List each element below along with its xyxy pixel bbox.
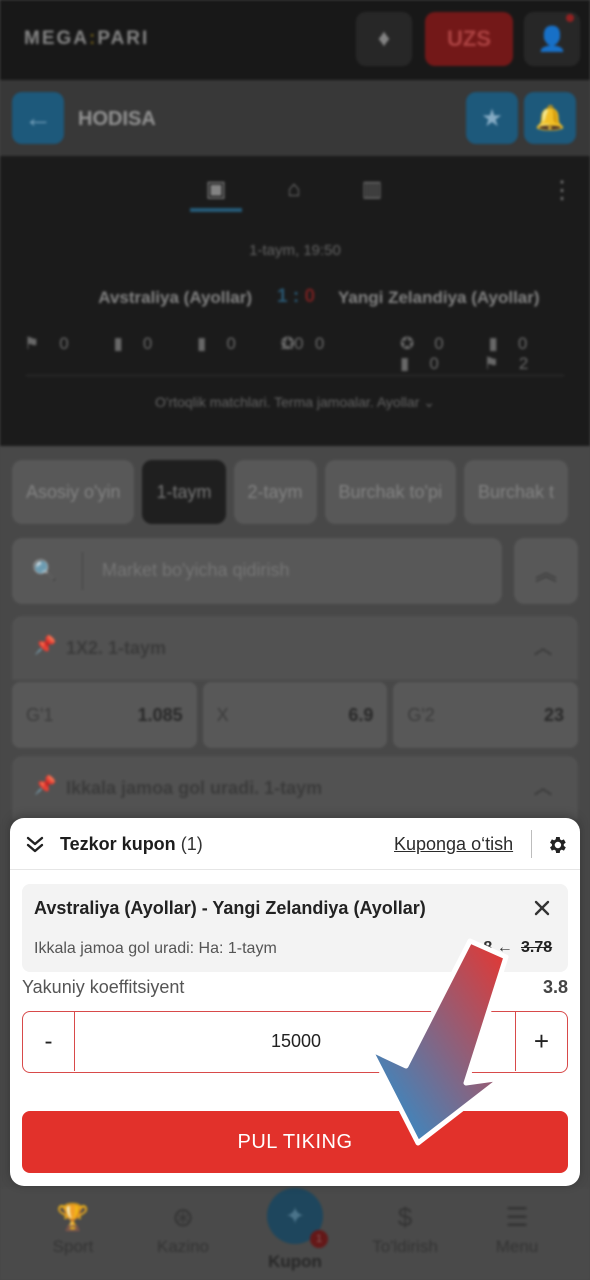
coupon-title: Tezkor kupon (1): [60, 834, 203, 854]
stake-input[interactable]: 15000: [76, 1012, 516, 1071]
bet-event-title: Avstraliya (Ayollar) - Yangi Zelandiya (…: [34, 898, 426, 918]
divider: [531, 830, 532, 858]
divider: [10, 869, 580, 870]
close-icon[interactable]: [532, 898, 552, 918]
final-odds-label: Yakuniy koeffitsiyent: [22, 977, 185, 997]
increase-stake-button[interactable]: +: [515, 1012, 567, 1071]
go-to-coupon-link[interactable]: Kuponga o‘tish: [394, 834, 513, 855]
decrease-stake-button[interactable]: -: [23, 1012, 75, 1071]
bet-card: Avstraliya (Ayollar) - Yangi Zelandiya (…: [22, 884, 568, 972]
place-bet-button[interactable]: PUL TIKING: [22, 1111, 568, 1173]
stake-stepper: - 15000 +: [22, 1011, 568, 1073]
old-odd: 3.78: [521, 939, 553, 956]
double-chevron-down-icon[interactable]: [24, 834, 46, 856]
final-odds-value: 3.8: [542, 977, 568, 997]
new-odd: 3.8 ←: [470, 939, 513, 956]
bet-selection: Ikkala jamoa gol uradi: Ha: 1-taym: [34, 940, 277, 957]
quick-coupon-sheet: Tezkor kupon (1) Kuponga o‘tish Avstrali…: [10, 818, 580, 1186]
gear-icon[interactable]: [546, 834, 568, 856]
coupon-count: (1): [180, 834, 203, 854]
